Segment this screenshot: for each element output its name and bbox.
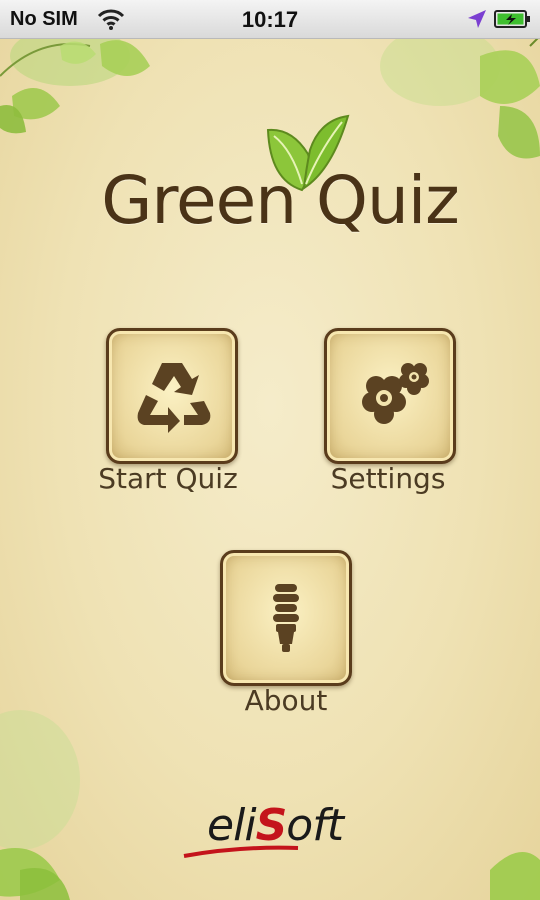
recycle-icon: [137, 363, 211, 433]
brand-swoosh-underline: [183, 845, 299, 858]
battery-charging-icon: [494, 10, 530, 28]
app-title-logo: Green Quiz: [60, 110, 490, 260]
leaves-bottom-right-decoration: [490, 852, 540, 900]
app-title: Green Quiz: [101, 162, 460, 239]
flower-gears-icon: [362, 363, 429, 424]
lightbulb-icon: [273, 584, 299, 652]
clock-time: 10:17: [241, 7, 299, 32]
location-arrow-icon: [468, 10, 486, 28]
start-quiz-label[interactable]: Start Quiz: [90, 462, 246, 495]
about-button[interactable]: [220, 550, 352, 686]
settings-label[interactable]: Settings: [318, 462, 458, 495]
about-label[interactable]: About: [220, 684, 352, 717]
settings-button[interactable]: [324, 328, 456, 464]
elisoft-brand-logo: eliSoft: [180, 800, 370, 862]
start-quiz-button[interactable]: [106, 328, 238, 464]
app-screen: No SIM 10:17 Green Quiz Start Quiz Setti…: [0, 0, 540, 900]
status-bar: No SIM 10:17: [0, 0, 540, 39]
leaves-bottom-left-decoration: [0, 710, 80, 900]
